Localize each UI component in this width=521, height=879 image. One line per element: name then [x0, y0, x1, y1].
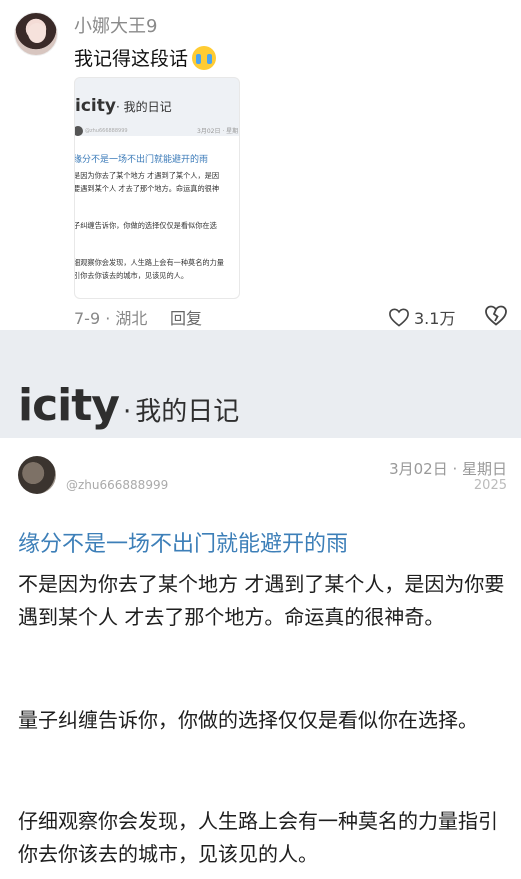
comment-image-thumbnail[interactable]: icity· 我的日记 @zhu666888999 3月02日 · 星期 缘分不…: [74, 77, 240, 299]
comment-item: 小娜大王9 我记得这段话 icity· 我的日记 @zhu666888999 3…: [0, 0, 521, 330]
user-avatar[interactable]: [14, 12, 58, 56]
broken-heart-icon: [485, 305, 507, 326]
app-brand: icity · 我的日记: [18, 380, 239, 431]
comment-date-location: 7-9 · 湖北: [74, 309, 148, 328]
heart-icon: [389, 308, 409, 327]
post-paragraph: 量子纠缠告诉你，你做的选择仅仅是看似你在选择。: [18, 708, 478, 732]
author-avatar[interactable]: [18, 456, 56, 494]
dislike-button[interactable]: [484, 304, 508, 330]
thumb-line: 是因为你去了某个地方 才遇到了某个人，是因: [74, 171, 220, 180]
thumb-date: 3月02日 · 星期: [197, 128, 239, 135]
brand-subtitle: 我的日记: [135, 397, 240, 427]
diary-card: @zhu666888999 3月02日 · 星期日 2025 缘分不是一场不出门…: [0, 438, 521, 879]
post-title: 缘分不是一场不出门就能避开的雨: [18, 532, 349, 557]
diary-screenshot: icity · 我的日记 @zhu666888999 3月02日 · 星期日 2…: [0, 330, 521, 879]
thumb-line: 子纠缠告诉你，你做的选择仅仅是看似你在选: [74, 221, 217, 230]
comment-text-label: 我记得这段话: [74, 48, 189, 70]
icity-logo: icity: [18, 380, 120, 431]
thumb-user: @zhu666888999: [85, 128, 128, 134]
post-date: 3月02日 · 星期日: [389, 460, 507, 478]
thumb-line: 引你去你该去的城市，见该见的人。: [74, 271, 189, 280]
reply-button[interactable]: 回复: [170, 305, 202, 329]
like-count: 3.1万: [414, 309, 456, 328]
thumb-title: 缘分不是一场不出门就能避开的雨: [74, 155, 209, 165]
comment-meta: 7-9 · 湖北 回复 3.1万: [74, 305, 514, 329]
comment-text: 我记得这段话: [74, 44, 217, 71]
thumb-line: 细观察你会发现，人生路上会有一种莫名的力量: [74, 258, 224, 267]
brand-separator: ·: [122, 397, 132, 427]
post-paragraph: 不是因为你去了某个地方 才遇到了某个人，是因为你要遇到某个人 才去了那个地方。命…: [18, 572, 505, 629]
post-year: 2025: [473, 478, 507, 493]
comment-username[interactable]: 小娜大王9: [74, 12, 157, 38]
thumb-line: 要遇到某个人 才去了那个地方。命运真的很神: [74, 184, 220, 193]
author-username[interactable]: @zhu666888999: [66, 478, 168, 492]
thumb-avatar: [75, 126, 83, 136]
crying-face-icon: [192, 45, 217, 70]
post-paragraph: 仔细观察你会发现，人生路上会有一种莫名的力量指引你去你该去的城市，见该见的人。: [18, 809, 498, 866]
thumb-brand: icity· 我的日记: [75, 96, 172, 116]
like-button[interactable]: 3.1万: [388, 305, 455, 329]
